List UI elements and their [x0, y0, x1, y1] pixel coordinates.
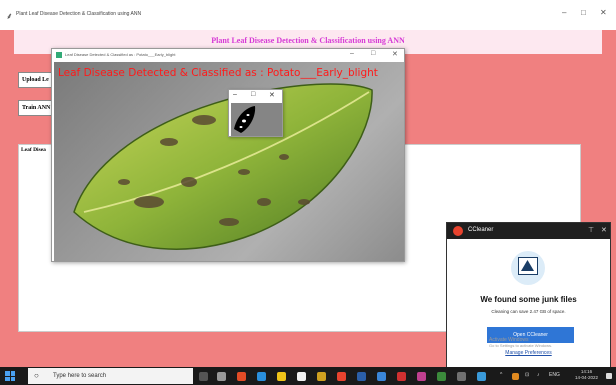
app-taskbar-icon-3[interactable]: [397, 372, 406, 381]
ccleaner-app-name: CCleaner: [468, 227, 494, 233]
close-button[interactable]: ✕: [600, 8, 607, 17]
app-window-title: Plant Leaf Disease Detection & Classific…: [16, 11, 142, 17]
store-icon[interactable]: [297, 372, 306, 381]
microphone-icon[interactable]: [199, 372, 208, 381]
ccleaner-notification[interactable]: CCleaner ⊤ ✕ We found some junk files Cl…: [446, 222, 611, 368]
app-taskbar-icon-5[interactable]: [437, 372, 446, 381]
clock-date: 14-04-2022: [575, 375, 599, 380]
app-title-bar: ⸙ Plant Leaf Disease Detection & Classif…: [0, 0, 616, 30]
app-taskbar-icon-2[interactable]: [377, 372, 386, 381]
notification-icon[interactable]: [606, 373, 612, 379]
taskbar-clock[interactable]: 14:16 14-04-2022: [575, 369, 598, 381]
lock-app-icon[interactable]: [317, 372, 326, 381]
network-icon[interactable]: ⊡: [525, 372, 529, 378]
mask-image: [231, 103, 282, 136]
detection-close-button[interactable]: ✕: [392, 50, 398, 58]
tray-arrow-icon[interactable]: ^: [500, 372, 502, 378]
detection-minimize-button[interactable]: –: [350, 50, 354, 57]
result-label: Leaf Disea: [21, 147, 46, 153]
mask-close-button[interactable]: ✕: [269, 91, 275, 99]
window-app-icon: [56, 52, 62, 58]
search-input[interactable]: Type here to search: [53, 373, 106, 379]
manage-preferences-link[interactable]: Manage Preferences: [447, 350, 610, 356]
taskbar-search-box[interactable]: ○ Type here to search: [28, 368, 193, 384]
task-view-icon[interactable]: [217, 372, 226, 381]
ccleaner-header: CCleaner ⊤ ✕: [447, 223, 610, 239]
browser-icon[interactable]: [237, 372, 246, 381]
taskbar: ○ Type here to search ^ ⊡ ♪ ENG 14:16 14…: [0, 367, 616, 385]
ccleaner-heading: We found some junk files: [480, 295, 577, 304]
file-explorer-icon[interactable]: [277, 372, 286, 381]
windows-start-icon[interactable]: [5, 371, 15, 381]
detection-overlay-text: Leaf Disease Detected & Classified as : …: [58, 67, 378, 79]
mask-window[interactable]: – □ ✕: [228, 89, 283, 137]
python-taskbar-icon[interactable]: [477, 372, 486, 381]
warning-icon: [518, 257, 538, 275]
detection-maximize-button[interactable]: □: [371, 50, 375, 57]
app-taskbar-icon-6[interactable]: [457, 372, 466, 381]
pin-icon[interactable]: ⊤: [588, 226, 594, 234]
app-taskbar-icon-4[interactable]: [417, 372, 426, 381]
ccleaner-close-button[interactable]: ✕: [601, 226, 607, 234]
activate-windows-subtext: Go to Settings to activate Windows.: [489, 343, 553, 348]
tray-app-icon[interactable]: [512, 373, 519, 380]
ccleaner-taskbar-icon[interactable]: [337, 372, 346, 381]
ccleaner-subtext: Cleaning can save 2.47 GB of space.: [491, 309, 566, 314]
maximize-button[interactable]: □: [581, 8, 586, 17]
minimize-button[interactable]: –: [562, 8, 566, 17]
page-title: Plant Leaf Disease Detection & Classific…: [211, 36, 405, 45]
language-indicator[interactable]: ENG: [549, 372, 560, 378]
app-taskbar-icon-1[interactable]: [357, 372, 366, 381]
feather-icon: ⸙: [6, 11, 13, 21]
edge-icon[interactable]: [257, 372, 266, 381]
ccleaner-logo-icon: [453, 226, 463, 236]
leaf-mask-image: [234, 106, 256, 133]
mask-minimize-button[interactable]: –: [233, 91, 237, 98]
detection-result-window[interactable]: Leaf Disease Detected & Classified as : …: [51, 48, 405, 262]
volume-icon[interactable]: ♪: [537, 372, 540, 378]
mask-maximize-button[interactable]: □: [251, 91, 255, 98]
detection-window-title-bar: Leaf Disease Detected & Classified as : …: [52, 49, 404, 61]
search-icon: ○: [34, 371, 39, 380]
detection-window-title: Leaf Disease Detected & Classified as : …: [65, 52, 176, 57]
